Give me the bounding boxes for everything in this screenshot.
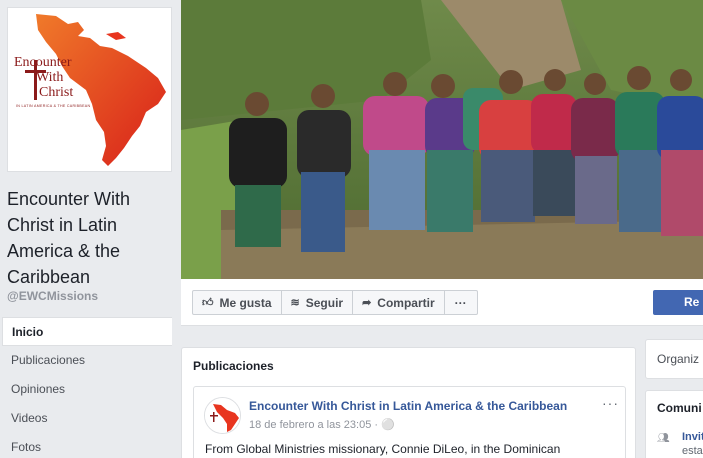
sidebar-item-inicio[interactable]: Inicio [2, 317, 172, 346]
sidebar-item-videos[interactable]: Videos [0, 404, 172, 433]
page-title[interactable]: Encounter With Christ in Latin America &… [7, 186, 177, 290]
right-card-community: Comuni 👥︎ Invit esta [645, 390, 703, 458]
cover-photo[interactable] [181, 0, 703, 279]
action-button-group: 👍︎ Me gusta ≋ Seguir ➦ Compartir ··· [192, 290, 478, 315]
logo-text-christ: Christ [39, 85, 74, 100]
cover-photo-image [181, 0, 703, 279]
follow-button[interactable]: ≋ Seguir [282, 291, 354, 314]
post-item: Encounter With Christ in Latin America &… [193, 386, 626, 458]
community-heading: Comuni [657, 401, 702, 415]
post-time-text: 18 de febrero a las 23:05 · [249, 419, 382, 431]
latin-america-map-logo [25, 14, 166, 166]
invite-subtext: esta [682, 445, 703, 457]
page-action-bar: 👍︎ Me gusta ≋ Seguir ➦ Compartir ··· Re [181, 279, 703, 326]
logo-text-with: With [36, 70, 64, 85]
post-options-button[interactable]: ··· [602, 395, 619, 411]
invite-friends-link[interactable]: Invit [682, 431, 703, 443]
logo-text-encounter: Encounter [14, 55, 72, 70]
share-label: Compartir [377, 295, 435, 310]
posts-heading: Publicaciones [193, 359, 274, 373]
right-card-organization-label: Organiz [657, 352, 700, 366]
posts-section: Publicaciones Encounter With Christ in L… [181, 347, 636, 458]
post-author-link[interactable]: Encounter With Christ in Latin America &… [249, 399, 567, 413]
like-label: Me gusta [219, 295, 272, 310]
left-sidebar: Encounter With Christ IN LATIN AMERICA &… [0, 0, 180, 458]
sidebar-item-fotos[interactable]: Fotos [0, 433, 172, 458]
people-icon: 👥︎ [657, 433, 670, 444]
profile-picture[interactable]: Encounter With Christ IN LATIN AMERICA &… [7, 7, 172, 172]
thumbs-up-icon: 👍︎ [202, 297, 214, 309]
primary-action-button[interactable]: Re [653, 290, 703, 315]
post-timestamp[interactable]: 18 de febrero a las 23:05 · ⚪ [249, 418, 395, 431]
right-card-organization: Organiz [645, 339, 703, 379]
share-button[interactable]: ➦ Compartir [353, 291, 445, 314]
more-options-button[interactable]: ··· [445, 291, 477, 314]
rss-icon: ≋ [290, 297, 300, 309]
logo-subtitle: IN LATIN AMERICA & THE CARIBBEAN [16, 104, 91, 108]
sidebar-nav: Inicio Publicaciones Opiniones Videos Fo… [0, 317, 172, 458]
sidebar-item-publicaciones[interactable]: Publicaciones [0, 346, 172, 375]
like-button[interactable]: 👍︎ Me gusta [193, 291, 282, 314]
share-arrow-icon: ➦ [362, 297, 372, 309]
sidebar-item-opiniones[interactable]: Opiniones [0, 375, 172, 404]
post-body-text: From Global Ministries missionary, Conni… [205, 442, 561, 456]
follow-label: Seguir [305, 295, 344, 310]
avatar-logo-icon [205, 398, 240, 433]
globe-icon: ⚪ [381, 419, 395, 431]
page-handle[interactable]: @EWCMissions [7, 289, 98, 303]
post-avatar[interactable] [204, 397, 241, 434]
